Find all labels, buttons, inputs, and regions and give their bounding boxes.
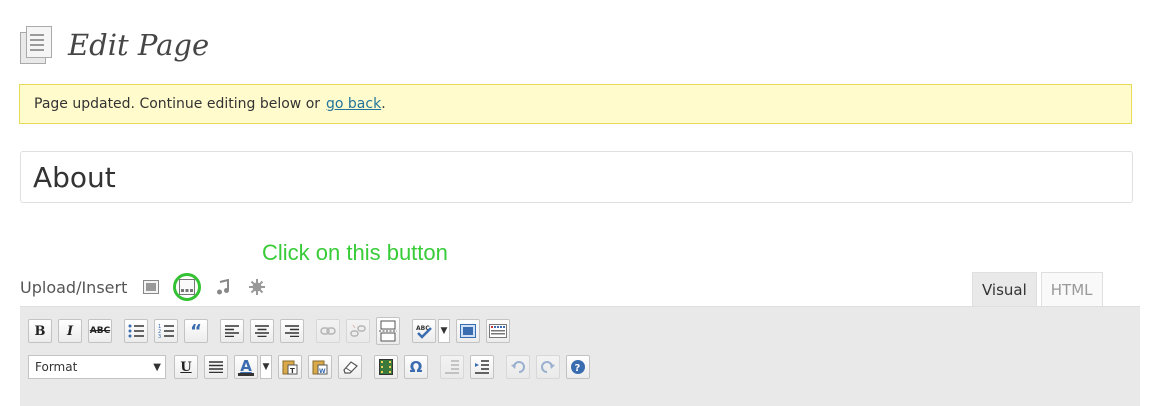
post-title-input[interactable] [20,151,1133,203]
strikethrough-button[interactable]: ABC [88,319,112,343]
paste-text-icon[interactable]: T [278,355,302,379]
embed-media-icon[interactable] [374,355,398,379]
align-center-icon[interactable] [250,319,274,343]
tab-visual[interactable]: Visual [972,272,1037,306]
insert-more-tag-icon[interactable] [376,317,400,345]
justify-icon[interactable] [204,355,228,379]
format-select[interactable]: Format ▼ [28,355,166,379]
editor-toolbar: B I ABC 123 “ ABC ▼ Format ▼ U A ▼ T W Ω… [20,306,1140,406]
tab-html[interactable]: HTML [1040,272,1103,306]
bullet-list-icon[interactable] [124,319,148,343]
page-header: Edit Page [20,20,209,70]
numbered-list-icon[interactable]: 123 [154,319,178,343]
svg-text:T: T [290,367,295,375]
align-left-icon[interactable] [220,319,244,343]
svg-text:3: 3 [158,334,161,338]
bold-button[interactable]: B [28,319,52,343]
add-audio-icon[interactable] [211,275,235,299]
indent-icon[interactable] [470,355,494,379]
underline-button[interactable]: U [174,355,198,379]
text-color-letter: A [240,356,252,375]
upload-insert-label: Upload/Insert [20,277,128,297]
italic-button[interactable]: I [58,319,82,343]
redo-icon[interactable] [536,355,560,379]
spellcheck-icon[interactable]: ABC [412,319,436,343]
svg-text:W: W [319,368,326,375]
add-media-icon[interactable] [245,275,269,299]
toolbar-row-2: Format ▼ U A ▼ T W Ω ? [28,353,596,381]
format-select-value: Format [35,360,78,374]
unlink-icon[interactable] [346,319,370,343]
notice-end: . [381,96,386,112]
paste-word-icon[interactable]: W [308,355,332,379]
eraser-icon[interactable] [338,355,362,379]
special-character-button[interactable]: Ω [404,355,428,379]
text-color-button[interactable]: A [234,355,258,379]
add-image-icon[interactable] [139,275,163,299]
text-color-swatch-icon [238,372,254,376]
add-gallery-icon[interactable] [173,273,202,301]
editor-tabs: Visual HTML [968,272,1103,306]
link-icon[interactable] [316,319,340,343]
chevron-down-icon: ▼ [153,361,161,373]
pages-icon [20,26,54,64]
media-buttons: Upload/Insert [20,270,279,304]
outdent-icon[interactable] [440,355,464,379]
undo-icon[interactable] [506,355,530,379]
fullscreen-icon[interactable] [456,319,480,343]
svg-text:?: ? [575,363,581,374]
blockquote-button[interactable]: “ [184,319,208,343]
update-notice: Page updated. Continue editing below or … [19,84,1132,124]
help-icon[interactable]: ? [566,355,590,379]
toolbar-row-1: B I ABC 123 “ ABC ▼ [28,317,516,345]
spellcheck-dropdown-icon[interactable]: ▼ [438,319,450,343]
kitchen-sink-icon[interactable] [486,319,510,343]
go-back-link[interactable]: go back [326,96,381,112]
annotation-text: Click on this button [262,240,448,265]
page-title: Edit Page [68,28,210,62]
text-color-dropdown-icon[interactable]: ▼ [260,355,272,379]
notice-text: Page updated. Continue editing below or [34,96,321,112]
align-right-icon[interactable] [280,319,304,343]
